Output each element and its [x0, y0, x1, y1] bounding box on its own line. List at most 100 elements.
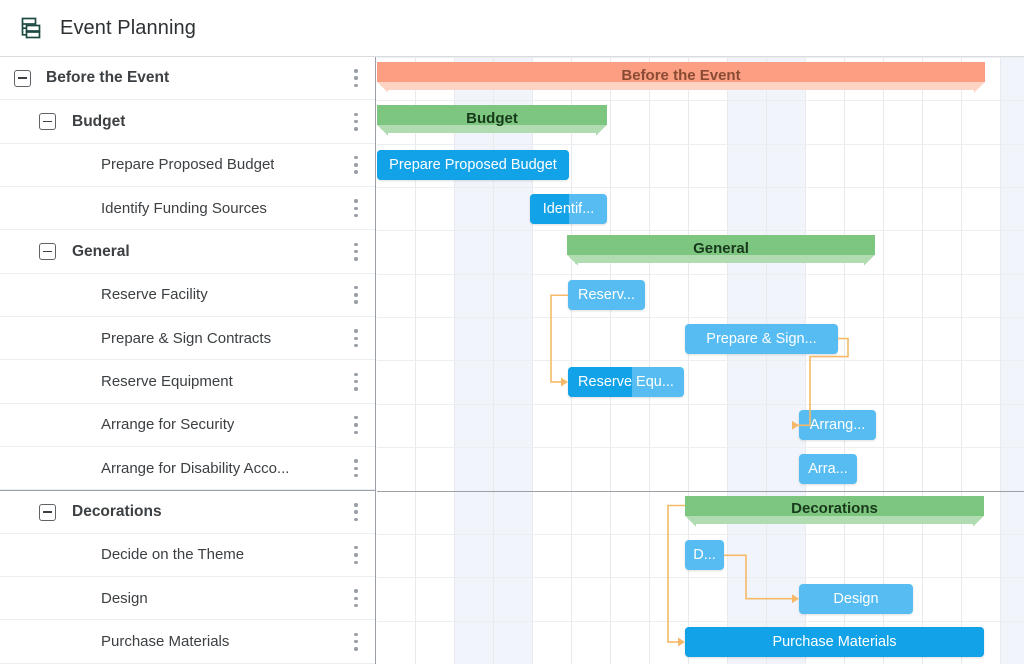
- gantt-summary-underline: [578, 255, 864, 263]
- gantt-summary-taper-right: [974, 82, 985, 93]
- gantt-chart-panel[interactable]: Before the Event Budget Prepare Proposed B…: [377, 57, 1024, 664]
- minus-square-icon[interactable]: [39, 113, 56, 130]
- kebab-menu-icon[interactable]: [349, 501, 363, 523]
- kebab-menu-icon[interactable]: [349, 544, 363, 566]
- kebab-menu-icon[interactable]: [349, 111, 363, 133]
- gantt-bar[interactable]: Prepare Proposed Budget: [377, 150, 569, 180]
- gantt-summary-body: [377, 105, 607, 125]
- gantt-bar-label: Purchase Materials: [685, 627, 984, 657]
- gantt-row-divider: [377, 577, 1024, 578]
- gantt-bar[interactable]: Prepare & Sign...: [685, 324, 838, 354]
- gantt-bar-label: Arra...: [799, 454, 857, 484]
- gantt-bar[interactable]: Decorations: [685, 496, 984, 527]
- task-row[interactable]: Decorations: [0, 490, 375, 533]
- gantt-row-divider: [377, 404, 1024, 405]
- kebab-menu-icon[interactable]: [349, 631, 363, 653]
- task-row-label: Reserve Equipment: [101, 373, 233, 390]
- task-row[interactable]: Reserve Facility: [0, 274, 375, 317]
- task-row-label: Purchase Materials: [101, 633, 229, 650]
- kebab-menu-icon[interactable]: [349, 154, 363, 176]
- gantt-bar-label: Identif...: [530, 194, 607, 224]
- task-row[interactable]: Arrange for Disability Acco...: [0, 447, 375, 490]
- gantt-summary-underline: [388, 125, 596, 133]
- gantt-bar[interactable]: Arrang...: [799, 410, 876, 440]
- task-row[interactable]: Identify Funding Sources: [0, 187, 375, 230]
- task-row-label: Design: [101, 590, 148, 607]
- gantt-summary-body: [685, 496, 984, 516]
- kebab-menu-icon[interactable]: [349, 197, 363, 219]
- gantt-bar[interactable]: Reserv...: [568, 280, 645, 310]
- task-row[interactable]: Reserve Equipment: [0, 360, 375, 403]
- gantt-row-divider: [377, 187, 1024, 188]
- gantt-bar[interactable]: Identif...: [530, 194, 607, 224]
- gantt-row-divider: [377, 100, 1024, 101]
- gantt-row-divider: [377, 230, 1024, 231]
- gantt-bar-label: Reserv...: [568, 280, 645, 310]
- gantt-summary-body: [567, 235, 875, 255]
- gantt-summary-taper-right: [973, 516, 984, 527]
- task-row[interactable]: Design: [0, 577, 375, 620]
- gantt-chart-icon: [16, 14, 44, 42]
- task-row[interactable]: Purchase Materials: [0, 620, 375, 663]
- gantt-bar-label: D...: [685, 540, 724, 570]
- kebab-menu-icon[interactable]: [349, 371, 363, 393]
- task-row[interactable]: Decide on the Theme: [0, 534, 375, 577]
- gantt-summary-body: [377, 62, 985, 82]
- gantt-summary-taper-left: [567, 255, 578, 266]
- gantt-summary-underline: [696, 516, 973, 524]
- task-list-panel[interactable]: Before the EventBudget Prepare Proposed B…: [0, 57, 376, 664]
- gantt-row-divider: [377, 621, 1024, 622]
- task-row[interactable]: General: [0, 230, 375, 273]
- gantt-row-divider: [377, 317, 1024, 318]
- task-row[interactable]: Prepare Proposed Budget: [0, 144, 375, 187]
- gantt-bar[interactable]: Purchase Materials: [685, 627, 984, 657]
- gantt-summary-taper-right: [864, 255, 875, 266]
- gantt-summary-underline: [388, 82, 974, 90]
- task-row[interactable]: Budget: [0, 100, 375, 143]
- gantt-row-divider: [377, 360, 1024, 361]
- task-row[interactable]: Before the Event: [0, 57, 375, 100]
- task-row-label: Decide on the Theme: [101, 546, 244, 563]
- gantt-bar[interactable]: General: [567, 235, 875, 266]
- gantt-grid: [377, 57, 1024, 664]
- gantt-summary-taper-left: [685, 516, 696, 527]
- kebab-menu-icon[interactable]: [349, 327, 363, 349]
- gantt-summary-taper-left: [377, 82, 388, 93]
- gantt-bar-label: Prepare Proposed Budget: [377, 150, 569, 180]
- kebab-menu-icon[interactable]: [349, 241, 363, 263]
- app-header: Event Planning: [0, 0, 1024, 57]
- task-row-label: Decorations: [72, 503, 162, 521]
- gantt-bar[interactable]: Before the Event: [377, 62, 985, 93]
- gantt-bar[interactable]: Reserve Equ...: [568, 367, 684, 397]
- minus-square-icon[interactable]: [14, 70, 31, 87]
- kebab-menu-icon[interactable]: [349, 67, 363, 89]
- task-row[interactable]: Arrange for Security: [0, 404, 375, 447]
- gantt-bar[interactable]: D...: [685, 540, 724, 570]
- kebab-menu-icon[interactable]: [349, 414, 363, 436]
- gantt-summary-taper-left: [377, 125, 388, 136]
- task-row-label: Identify Funding Sources: [101, 200, 267, 217]
- gantt-bar[interactable]: Design: [799, 584, 913, 614]
- gantt-bar-label: Design: [799, 584, 913, 614]
- minus-square-icon[interactable]: [39, 504, 56, 521]
- task-row-label: Reserve Facility: [101, 286, 208, 303]
- task-row-label: General: [72, 243, 130, 261]
- kebab-menu-icon[interactable]: [349, 284, 363, 306]
- gantt-bar[interactable]: Arra...: [799, 454, 857, 484]
- gantt-row-divider: [377, 144, 1024, 145]
- gantt-summary-taper-right: [596, 125, 607, 136]
- task-row-label: Prepare Proposed Budget: [101, 156, 274, 173]
- task-row[interactable]: Prepare & Sign Contracts: [0, 317, 375, 360]
- minus-square-icon[interactable]: [39, 243, 56, 260]
- task-row-label: Prepare & Sign Contracts: [101, 330, 271, 347]
- gantt-row-divider: [377, 534, 1024, 535]
- gantt-bar-label: Reserve Equ...: [568, 367, 684, 397]
- page-title: Event Planning: [60, 17, 196, 40]
- gantt-bar-label: Prepare & Sign...: [685, 324, 838, 354]
- kebab-menu-icon[interactable]: [349, 457, 363, 479]
- gantt-row-divider: [377, 491, 1024, 492]
- gantt-bar[interactable]: Budget: [377, 105, 607, 136]
- kebab-menu-icon[interactable]: [349, 587, 363, 609]
- gantt-row-divider: [377, 447, 1024, 448]
- gantt-app: Event Planning Before the EventBudgetPre…: [0, 0, 1024, 664]
